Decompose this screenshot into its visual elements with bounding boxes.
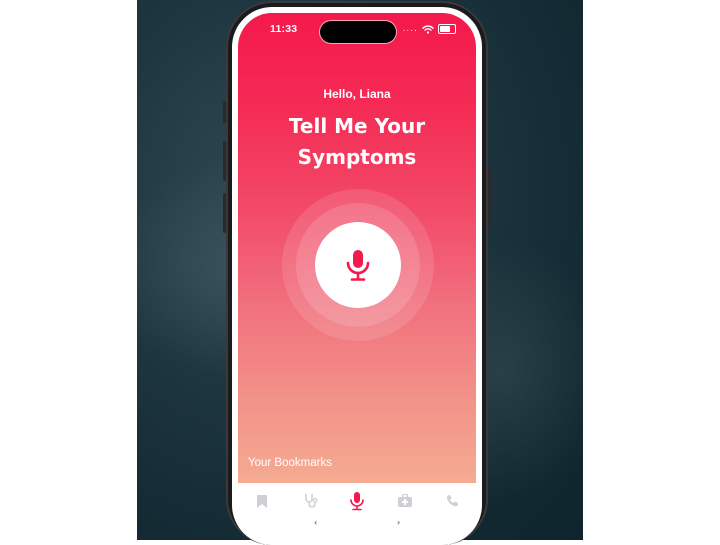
system-nav-row: ‹ › bbox=[238, 518, 476, 528]
nav-forward-icon[interactable]: › bbox=[397, 518, 400, 527]
status-bar: 11:33 .... bbox=[238, 21, 476, 43]
medical-kit-icon bbox=[398, 494, 412, 507]
status-time: 11:33 bbox=[270, 23, 298, 35]
volume-up-button bbox=[223, 141, 226, 181]
signal-dots-icon: .... bbox=[402, 24, 418, 34]
bottom-tab-bar: ‹ › bbox=[238, 483, 476, 543]
dynamic-island bbox=[320, 21, 396, 43]
microphone-icon bbox=[350, 492, 364, 511]
phone-icon bbox=[447, 495, 458, 507]
power-button bbox=[488, 169, 491, 229]
title-line-2: Symptoms bbox=[297, 145, 417, 169]
tab-firstaid[interactable] bbox=[390, 489, 420, 513]
bookmark-icon bbox=[257, 494, 267, 508]
silent-switch bbox=[223, 101, 226, 123]
title-line-1: Tell Me Your bbox=[288, 114, 426, 138]
wifi-icon bbox=[422, 24, 434, 34]
app-screen: 11:33 .... Hello, Liana Tell Me Your Sym… bbox=[238, 13, 476, 543]
volume-down-button bbox=[223, 193, 226, 233]
status-icons: .... bbox=[403, 23, 456, 35]
tab-voice[interactable] bbox=[342, 489, 372, 513]
tab-bookmarks[interactable] bbox=[247, 489, 277, 513]
phone-frame: 11:33 .... Hello, Liana Tell Me Your Sym… bbox=[223, 1, 491, 545]
tab-doctor[interactable] bbox=[296, 489, 326, 513]
tab-call[interactable] bbox=[437, 489, 467, 513]
record-voice-button[interactable] bbox=[315, 222, 401, 308]
page-title: Tell Me Your Symptoms bbox=[238, 111, 476, 173]
battery-icon bbox=[438, 24, 456, 34]
greeting-text: Hello, Liana bbox=[323, 87, 391, 101]
bookmarks-heading[interactable]: Your Bookmarks bbox=[248, 457, 332, 469]
voice-input-area bbox=[282, 189, 434, 341]
microphone-icon bbox=[346, 250, 370, 281]
stethoscope-icon bbox=[305, 494, 318, 508]
nav-back-icon[interactable]: ‹ bbox=[314, 518, 317, 527]
